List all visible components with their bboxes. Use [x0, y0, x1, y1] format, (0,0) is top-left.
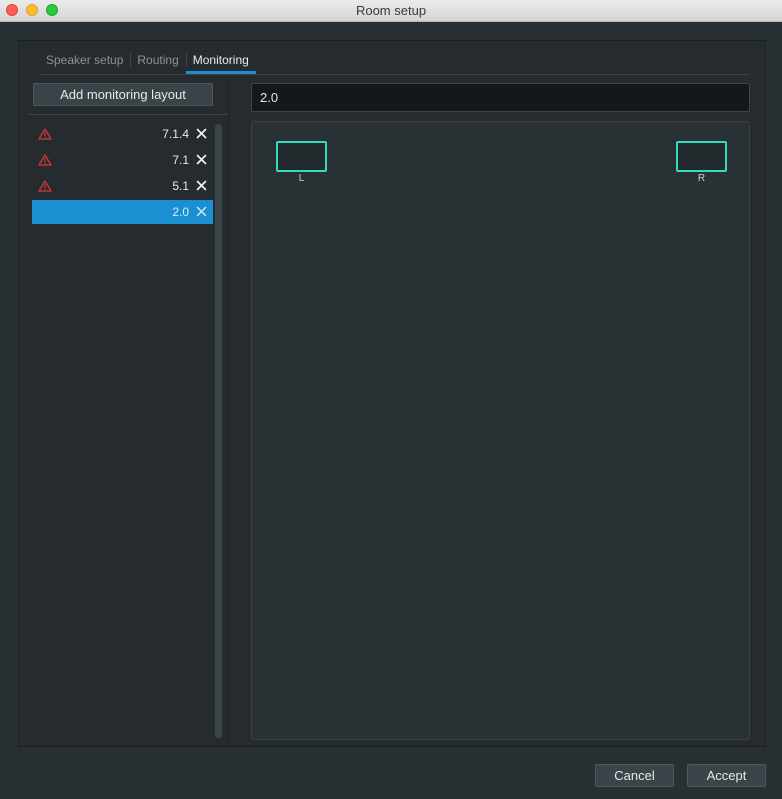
- speaker-box: [676, 141, 727, 172]
- tab-routing[interactable]: Routing: [130, 52, 185, 74]
- tab-speaker-setup[interactable]: Speaker setup: [39, 52, 130, 74]
- speaker-box: [276, 141, 327, 172]
- speaker-label: R: [697, 173, 706, 184]
- tab-divider: [39, 74, 750, 75]
- title-bar: Room setup: [0, 0, 782, 22]
- layout-item-5-1[interactable]: 5.1: [32, 174, 213, 198]
- speaker-label: L: [298, 173, 305, 184]
- speaker-r[interactable]: R: [676, 141, 727, 184]
- layout-item-label: 7.1.4: [162, 127, 189, 141]
- cancel-button[interactable]: Cancel: [595, 764, 674, 787]
- speaker-l[interactable]: L: [276, 141, 327, 184]
- layout-item-7-1-4[interactable]: 7.1.4: [32, 122, 213, 146]
- close-icon[interactable]: [196, 180, 207, 191]
- accept-button[interactable]: Accept: [687, 764, 766, 787]
- warning-triangle-icon: [38, 128, 52, 140]
- layout-item-label: 2.0: [172, 205, 189, 219]
- room-setup-window: Room setup Speaker setup Routing Monitor…: [0, 0, 782, 799]
- layout-name-field[interactable]: 2.0: [251, 83, 750, 112]
- layout-item-label: 7.1: [172, 153, 189, 167]
- layout-item-2-0[interactable]: 2.0: [32, 200, 213, 224]
- pane-divider: [228, 83, 229, 743]
- warning-triangle-icon: [38, 154, 52, 166]
- close-icon[interactable]: [196, 128, 207, 139]
- layout-item-7-1[interactable]: 7.1: [32, 148, 213, 172]
- monitoring-layout-list: 7.1.4 7.1 5.1 2.0: [32, 122, 213, 226]
- speaker-layout-canvas: L R: [251, 121, 750, 740]
- add-monitoring-layout-button[interactable]: Add monitoring layout: [33, 83, 213, 106]
- main-panel: Speaker setup Routing Monitoring Add mon…: [18, 40, 766, 747]
- warning-triangle-icon: [38, 180, 52, 192]
- tab-bar: Speaker setup Routing Monitoring: [39, 52, 256, 74]
- close-icon[interactable]: [196, 206, 207, 217]
- close-icon[interactable]: [196, 154, 207, 165]
- layout-list-scrollbar[interactable]: [215, 124, 222, 738]
- tab-monitoring[interactable]: Monitoring: [185, 52, 256, 74]
- window-title: Room setup: [355, 3, 427, 18]
- list-divider: [27, 114, 228, 115]
- layout-item-label: 5.1: [172, 179, 189, 193]
